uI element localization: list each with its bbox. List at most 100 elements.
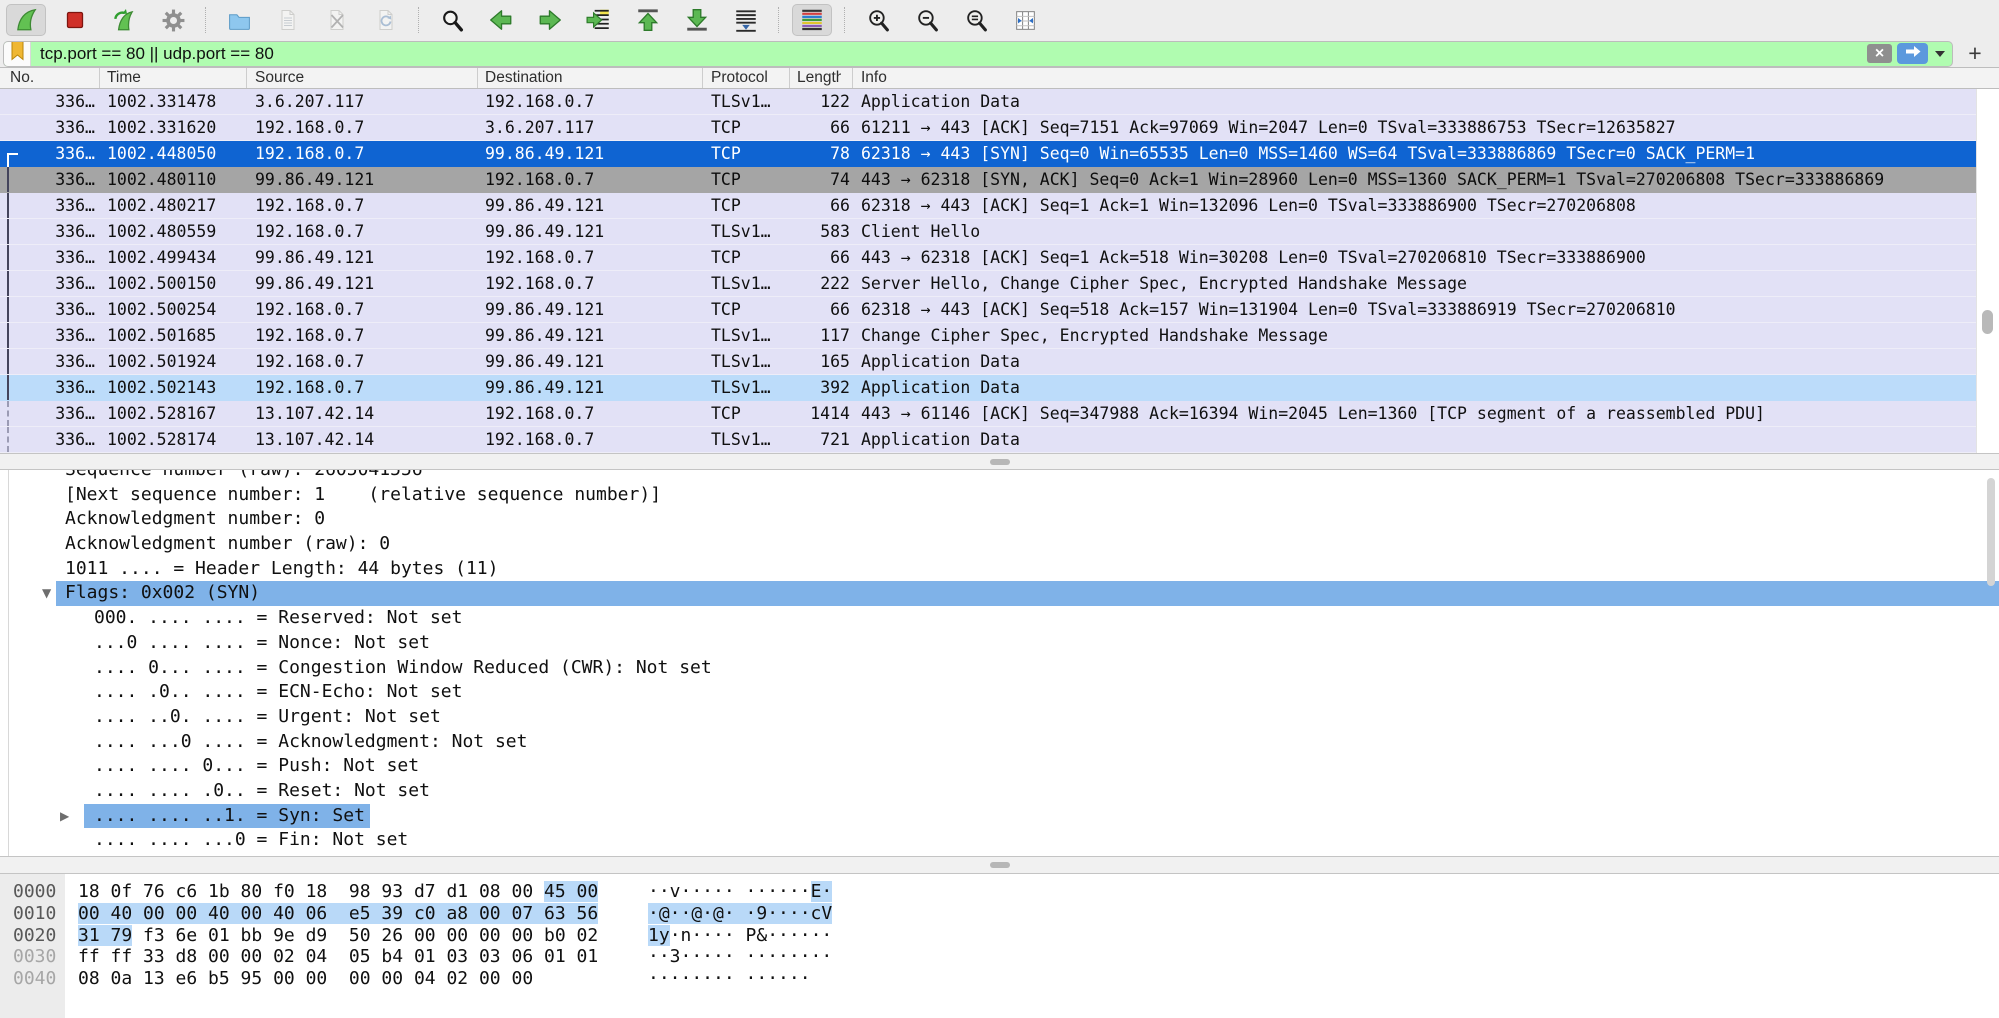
cell-destination: 99.86.49.121 (478, 193, 703, 218)
filter-dropdown-caret[interactable] (1935, 51, 1945, 57)
packet-list: 336…1002.3314783.6.207.117192.168.0.7TLS… (0, 89, 1976, 453)
detail-line-text: .... ..0. .... = Urgent: Not set (94, 705, 441, 730)
detail-line[interactable]: .... .... 0... = Push: Not set (0, 754, 1999, 779)
column-header-info[interactable]: Info (853, 68, 1999, 88)
open-file-button[interactable] (219, 4, 259, 36)
go-to-packet-button[interactable] (579, 4, 619, 36)
packet-row[interactable]: 336…1002.500254192.168.0.799.86.49.121TC… (0, 297, 1976, 323)
splitter-list-details[interactable] (0, 453, 1999, 470)
zoom-reset-button[interactable] (956, 4, 996, 36)
hex-row[interactable]: 004008 0a 13 e6 b5 95 00 00 00 00 04 02 … (0, 968, 1999, 990)
detail-line[interactable]: ▶.... .... ..1. = Syn: Set (0, 804, 1999, 829)
start-capture-button[interactable] (6, 4, 46, 36)
find-packet-button[interactable] (432, 4, 472, 36)
apply-filter-button[interactable] (1897, 43, 1928, 64)
cell-protocol: TCP (703, 167, 790, 192)
packet-row[interactable]: 336…1002.48011099.86.49.121192.168.0.7TC… (0, 167, 1976, 193)
resize-columns-button[interactable] (1005, 4, 1045, 36)
go-first-button[interactable] (628, 4, 668, 36)
cell-destination: 3.6.207.117 (478, 115, 703, 140)
zoom-out-button[interactable] (907, 4, 947, 36)
packet-row[interactable]: 336…1002.480559192.168.0.799.86.49.121TL… (0, 219, 1976, 245)
cell-time: 1002.501685 (100, 323, 247, 348)
cell-protocol: TCP (703, 141, 790, 166)
detail-line-text: .... ...0 .... = Acknowledgment: Not set (94, 730, 527, 755)
detail-line[interactable]: .... .... ...0 = Fin: Not set (0, 828, 1999, 853)
packet-row[interactable]: 336…1002.3314783.6.207.117192.168.0.7TLS… (0, 89, 1976, 115)
expand-arrow-icon[interactable]: ▶ (60, 804, 69, 829)
detail-line[interactable]: 1011 .... = Header Length: 44 bytes (11) (0, 557, 1999, 582)
packet-row[interactable]: 336…1002.331620192.168.0.73.6.207.117TCP… (0, 115, 1976, 141)
detail-line[interactable]: ...0 .... .... = Nonce: Not set (0, 631, 1999, 656)
reload-file-icon (374, 8, 398, 32)
hex-row[interactable]: 001000 40 00 00 40 00 40 06 e5 39 c0 a8 … (0, 903, 1999, 925)
zoom-in-icon (866, 8, 891, 33)
capture-options-button[interactable] (153, 4, 193, 36)
cell-length: 78 (790, 141, 853, 166)
detail-line[interactable]: [Next sequence number: 1 (relative seque… (0, 483, 1999, 508)
details-scrollbar-thumb[interactable] (1987, 478, 1995, 586)
zoom-in-button[interactable] (858, 4, 898, 36)
hex-row[interactable]: 000018 0f 76 c6 1b 80 f0 18 98 93 d7 d1 … (0, 881, 1999, 903)
detail-line[interactable]: .... ..0. .... = Urgent: Not set (0, 705, 1999, 730)
add-filter-button[interactable]: + (1961, 40, 1989, 67)
cell-destination: 192.168.0.7 (478, 167, 703, 192)
filter-input[interactable]: tcp.port == 80 || udp.port == 80 (31, 44, 1867, 64)
column-header-label: Time (107, 69, 141, 87)
column-header-destination[interactable]: Destination (478, 68, 703, 88)
conversation-mark (0, 375, 20, 400)
collapse-arrow-icon[interactable]: ▼ (42, 581, 51, 606)
packet-row[interactable]: 336…1002.480217192.168.0.799.86.49.121TC… (0, 193, 1976, 219)
packet-row[interactable]: 336…1002.49943499.86.49.121192.168.0.7TC… (0, 245, 1976, 271)
packet-row[interactable]: 336…1002.448050192.168.0.799.86.49.121TC… (0, 141, 1976, 167)
detail-line[interactable]: Sequence number (raw): 2605041556 (0, 470, 1999, 483)
column-header-no[interactable]: No. (0, 68, 100, 88)
go-back-button[interactable] (481, 4, 521, 36)
column-header-protocol[interactable]: Protocol (703, 68, 790, 88)
packet-row[interactable]: 336…1002.501685192.168.0.799.86.49.121TL… (0, 323, 1976, 349)
conversation-mark (0, 271, 20, 296)
packet-row[interactable]: 336…1002.50015099.86.49.121192.168.0.7TL… (0, 271, 1976, 297)
hex-bytes: 00 40 00 00 40 00 40 06 e5 39 c0 a8 00 0… (78, 903, 598, 925)
packet-bytes-pane: 000018 0f 76 c6 1b 80 f0 18 98 93 d7 d1 … (0, 874, 1999, 1018)
cell-info: Change Cipher Spec, Encrypted Handshake … (853, 323, 1976, 348)
column-header-length[interactable]: Length (790, 68, 853, 88)
hex-row[interactable]: 002031 79 f3 6e 01 bb 9e d9 50 26 00 00 … (0, 925, 1999, 947)
cell-source: 99.86.49.121 (247, 271, 478, 296)
go-top-icon (635, 7, 661, 33)
stop-capture-button[interactable] (55, 4, 95, 36)
packet-row[interactable]: 336…1002.501924192.168.0.799.86.49.121TL… (0, 349, 1976, 375)
wireshark-window: tcp.port == 80 || udp.port == 80 × + No.… (0, 0, 1999, 1018)
packet-row[interactable]: 336…1002.502143192.168.0.799.86.49.121TL… (0, 375, 1976, 401)
cell-length: 721 (790, 427, 853, 452)
detail-line[interactable]: .... 0... .... = Congestion Window Reduc… (0, 656, 1999, 681)
go-forward-button[interactable] (530, 4, 570, 36)
scrollbar-thumb[interactable] (1982, 310, 1993, 334)
detail-line[interactable]: .... .0.. .... = ECN-Echo: Not set (0, 680, 1999, 705)
go-last-button[interactable] (677, 4, 717, 36)
restart-capture-button[interactable] (104, 4, 144, 36)
colorize-button[interactable] (792, 4, 832, 36)
packet-row[interactable]: 336…1002.52817413.107.42.14192.168.0.7TL… (0, 427, 1976, 453)
cell-source: 99.86.49.121 (247, 245, 478, 270)
toolbar (0, 0, 1999, 40)
splitter-handle-icon[interactable] (990, 459, 1010, 465)
detail-line[interactable]: ▼Flags: 0x002 (SYN) (0, 581, 1999, 606)
detail-line[interactable]: .... .... .0.. = Reset: Not set (0, 779, 1999, 804)
auto-scroll-button[interactable] (726, 4, 766, 36)
column-header-source[interactable]: Source (247, 68, 478, 88)
display-filter-field[interactable]: tcp.port == 80 || udp.port == 80 × (3, 41, 1953, 67)
detail-line[interactable]: Acknowledgment number (raw): 0 (0, 532, 1999, 557)
splitter-details-bytes[interactable] (0, 856, 1999, 874)
packet-list-scrollbar[interactable] (1976, 89, 1999, 453)
hex-row[interactable]: 0030ff ff 33 d8 00 00 02 04 05 b4 01 03 … (0, 946, 1999, 968)
detail-line-text: 1011 .... = Header Length: 44 bytes (11) (65, 557, 498, 582)
packet-row[interactable]: 336…1002.52816713.107.42.14192.168.0.7TC… (0, 401, 1976, 427)
filter-bookmark-button[interactable] (4, 42, 31, 66)
detail-line[interactable]: 000. .... .... = Reserved: Not set (0, 606, 1999, 631)
splitter-handle-icon[interactable] (990, 862, 1010, 868)
detail-line[interactable]: Acknowledgment number: 0 (0, 507, 1999, 532)
column-header-time[interactable]: Time (100, 68, 247, 88)
detail-line[interactable]: .... ...0 .... = Acknowledgment: Not set (0, 730, 1999, 755)
clear-filter-button[interactable]: × (1867, 44, 1892, 63)
